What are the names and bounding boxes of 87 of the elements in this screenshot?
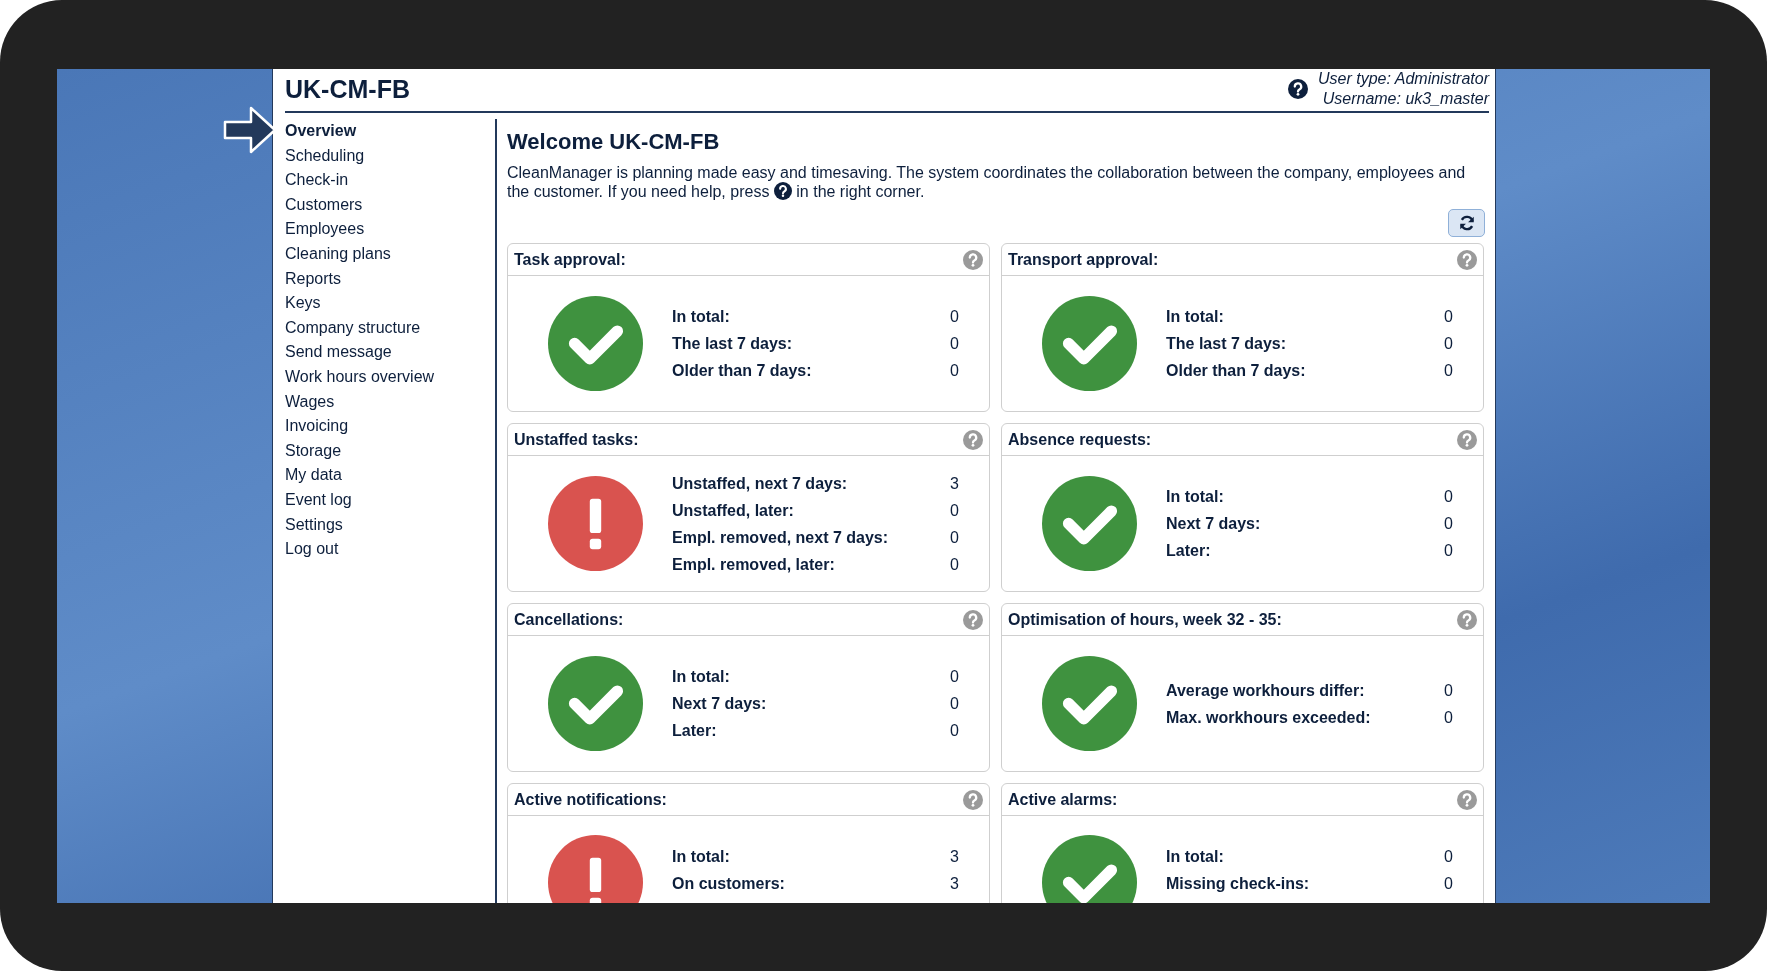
- stat-label: Empl. removed, next 7 days:: [672, 527, 889, 548]
- stat-value: 0: [950, 554, 959, 575]
- user-type-text: User type: Administrator: [1318, 69, 1489, 89]
- check-icon: [547, 296, 643, 391]
- stat-label: Next 7 days:: [672, 694, 767, 714]
- stat-value: 0: [1444, 514, 1453, 534]
- card-title: Optimisation of hours, week 32 - 35:: [1008, 610, 1282, 629]
- intro-text: the customer. If you need help, press: [507, 183, 770, 200]
- stat-label: Missing check-ins:: [1166, 874, 1310, 894]
- stat-label: In total:: [672, 847, 730, 867]
- site-title: UK-CM-FB: [285, 75, 410, 105]
- menu-item[interactable]: Event log: [285, 487, 352, 513]
- stat-value: 0: [1444, 707, 1453, 728]
- stat-label: In total:: [672, 307, 730, 327]
- stat-label: Older than 7 days:: [672, 361, 812, 381]
- menu-item[interactable]: Wages: [285, 389, 335, 415]
- stat-value: 0: [1444, 487, 1453, 507]
- card-title: Transport approval:: [1008, 250, 1159, 269]
- stat-label: In total:: [1166, 847, 1224, 867]
- stat-value: 0: [1444, 680, 1453, 701]
- stat-value: 0: [950, 721, 959, 741]
- stat-value: 0: [1444, 847, 1453, 867]
- check-icon: [1041, 296, 1137, 391]
- stat-label: In total:: [672, 667, 730, 687]
- exclamation-icon: [547, 476, 643, 571]
- stat-label: Unstaffed, next 7 days:: [672, 473, 848, 494]
- card-title: Absence requests:: [1008, 430, 1152, 449]
- stat-value: 0: [950, 334, 959, 354]
- username-text: Username: uk3_master: [1321, 89, 1489, 109]
- menu-item[interactable]: Customers: [285, 192, 363, 218]
- stat-label: The last 7 days:: [1166, 334, 1287, 354]
- help-icon[interactable]: [1288, 79, 1308, 99]
- check-icon: [547, 656, 643, 751]
- stat-label: Later:: [1166, 541, 1211, 561]
- stat-value: 0: [1444, 541, 1453, 561]
- stat-label: Average workhours differ:: [1166, 680, 1365, 701]
- stat-label: Next 7 days:: [1166, 514, 1261, 534]
- stat-label: On customers:: [672, 874, 785, 894]
- card-title: Active alarms:: [1008, 790, 1118, 809]
- menu-item[interactable]: Work hours overview: [285, 364, 435, 390]
- intro-text: CleanManager is planning made easy and timesaving. The system coordinates the collaboration between the company, employees and: [507, 164, 1466, 181]
- stat-value: 3: [950, 473, 959, 494]
- card-title: Unstaffed tasks:: [514, 430, 639, 449]
- menu-item[interactable]: Reports: [285, 266, 342, 292]
- card-title: Task approval:: [514, 250, 626, 269]
- stat-value: 3: [950, 847, 959, 867]
- stat-value: 0: [950, 527, 959, 548]
- menu-item[interactable]: Log out: [285, 537, 339, 562]
- stat-value: 0: [950, 307, 959, 327]
- menu-item[interactable]: Storage: [285, 438, 342, 464]
- stat-value: 0: [1444, 334, 1453, 354]
- menu-item[interactable]: Invoicing: [285, 414, 349, 439]
- menu-item[interactable]: My data: [285, 463, 342, 488]
- menu-item[interactable]: Company structure: [285, 315, 421, 341]
- stat-value: 0: [950, 500, 959, 521]
- stat-label: Empl. removed, later:: [672, 554, 835, 575]
- stat-label: In total:: [1166, 307, 1224, 327]
- stat-label: Max. workhours exceeded:: [1166, 707, 1371, 728]
- stat-label: Unstaffed, later:: [672, 500, 794, 521]
- stat-label: The last 7 days:: [672, 334, 793, 354]
- stat-value: 0: [950, 694, 959, 714]
- menu-item[interactable]: Overview: [285, 119, 357, 144]
- menu-item[interactable]: Keys: [285, 291, 321, 316]
- menu-item[interactable]: Cleaning plans: [285, 241, 391, 267]
- card-title: Cancellations:: [514, 610, 624, 629]
- stat-value: 0: [1444, 361, 1453, 381]
- menu-item[interactable]: Send message: [285, 340, 392, 365]
- refresh-button[interactable]: [1448, 209, 1485, 237]
- card-title: Active notifications:: [514, 790, 667, 809]
- stat-value: 3: [950, 874, 959, 894]
- menu-item[interactable]: Scheduling: [285, 143, 365, 169]
- stat-label: Later:: [672, 721, 717, 741]
- menu-item[interactable]: Employees: [285, 217, 365, 242]
- stat-label: In total:: [1166, 487, 1224, 507]
- check-icon: [1041, 656, 1137, 751]
- check-icon: [1041, 476, 1137, 571]
- stat-value: 0: [1444, 874, 1453, 894]
- menu-item[interactable]: Check-in: [285, 168, 349, 193]
- stat-value: 0: [950, 361, 959, 381]
- refresh-icon: [1457, 214, 1476, 232]
- help-icon: [773, 182, 792, 200]
- intro-text: in the right corner.: [796, 183, 925, 200]
- stat-value: 0: [1444, 307, 1453, 327]
- menu-item[interactable]: Settings: [285, 512, 343, 538]
- stat-label: Older than 7 days:: [1166, 361, 1306, 381]
- welcome-heading: Welcome UK-CM-FB: [507, 129, 721, 155]
- stat-value: 0: [950, 667, 959, 687]
